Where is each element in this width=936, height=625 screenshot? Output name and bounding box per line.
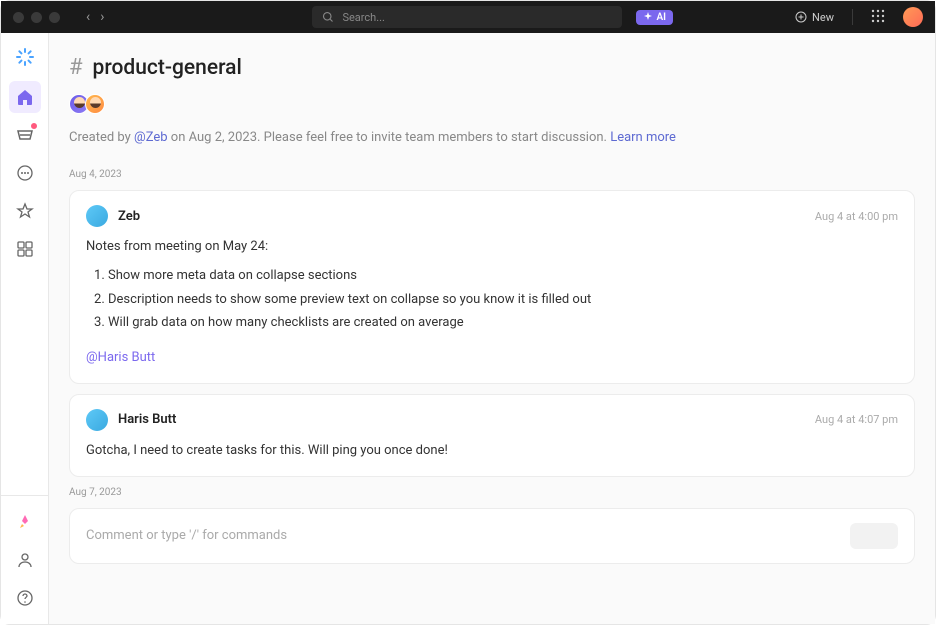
new-label: New (812, 11, 834, 24)
user-mention[interactable]: @Haris Butt (86, 348, 155, 369)
learn-more-link[interactable]: Learn more (610, 130, 676, 145)
traffic-maximize[interactable] (49, 12, 60, 23)
channel-header: # product-general (69, 55, 915, 80)
ai-button[interactable]: AI (636, 10, 673, 25)
comment-composer[interactable]: Comment or type '/' for commands (69, 508, 915, 564)
notification-dot-icon (31, 123, 37, 129)
message-avatar[interactable] (86, 205, 108, 227)
message-card: Haris Butt Aug 4 at 4:07 pm Gotcha, I ne… (69, 394, 915, 477)
rocket-icon (16, 513, 34, 531)
date-separator: Aug 7, 2023 (69, 487, 915, 498)
sidebar-more[interactable] (9, 157, 41, 189)
nav-forward-icon[interactable]: › (100, 9, 104, 25)
message-author[interactable]: Haris Butt (118, 412, 176, 427)
divider (852, 9, 853, 25)
message-body: Notes from meeting on May 24: Show more … (86, 237, 898, 369)
sidebar-upgrade[interactable] (9, 506, 41, 538)
plus-circle-icon (795, 11, 807, 23)
message-body: Gotcha, I need to create tasks for this.… (86, 441, 898, 462)
created-info: Created by @Zeb on Aug 2, 2023. Please f… (69, 130, 915, 145)
traffic-lights (13, 12, 60, 23)
traffic-minimize[interactable] (31, 12, 42, 23)
message-card: Zeb Aug 4 at 4:00 pm Notes from meeting … (69, 190, 915, 384)
ai-label: AI (656, 12, 666, 23)
search-icon (322, 11, 334, 23)
user-icon (16, 551, 34, 569)
message-timestamp: Aug 4 at 4:00 pm (815, 210, 898, 223)
member-avatars[interactable] (69, 94, 915, 114)
nav-arrows: ‹ › (86, 9, 104, 25)
sidebar-dashboard[interactable] (9, 233, 41, 265)
titlebar: ‹ › Search... AI New (1, 1, 935, 33)
inbox-icon (16, 126, 34, 144)
grid-icon (16, 240, 34, 258)
sidebar-favorites[interactable] (9, 195, 41, 227)
message-timestamp: Aug 4 at 4:07 pm (815, 413, 898, 426)
composer-placeholder: Comment or type '/' for commands (86, 528, 840, 543)
member-avatar (85, 94, 105, 114)
hash-icon: # (69, 55, 83, 80)
search-input[interactable]: Search... (312, 6, 622, 28)
star-icon (16, 202, 34, 220)
app-logo-icon[interactable] (13, 45, 37, 69)
traffic-close[interactable] (13, 12, 24, 23)
sidebar (1, 33, 49, 624)
help-icon (16, 589, 34, 607)
list-item: Show more meta data on collapse sections (108, 266, 898, 287)
nav-back-icon[interactable]: ‹ (86, 9, 90, 25)
home-icon (16, 88, 34, 106)
sidebar-profile[interactable] (9, 544, 41, 576)
message-avatar[interactable] (86, 409, 108, 431)
creator-mention[interactable]: @Zeb (134, 130, 168, 145)
new-button[interactable]: New (795, 11, 834, 24)
content-area: # product-general Created by @Zeb on Aug… (49, 33, 935, 624)
channel-name: product-general (93, 56, 242, 80)
sparkle-icon (643, 12, 653, 22)
sidebar-home[interactable] (9, 81, 41, 113)
search-placeholder: Search... (342, 11, 385, 24)
send-button[interactable] (850, 523, 898, 549)
apps-grid-icon[interactable] (871, 8, 885, 27)
sidebar-inbox[interactable] (9, 119, 41, 151)
user-avatar[interactable] (903, 7, 923, 27)
message-author[interactable]: Zeb (118, 209, 140, 224)
date-separator: Aug 4, 2023 (69, 169, 915, 180)
more-horizontal-icon (16, 164, 34, 182)
sidebar-help[interactable] (9, 582, 41, 614)
list-item: Description needs to show some preview t… (108, 290, 898, 311)
list-item: Will grab data on how many checklists ar… (108, 313, 898, 334)
